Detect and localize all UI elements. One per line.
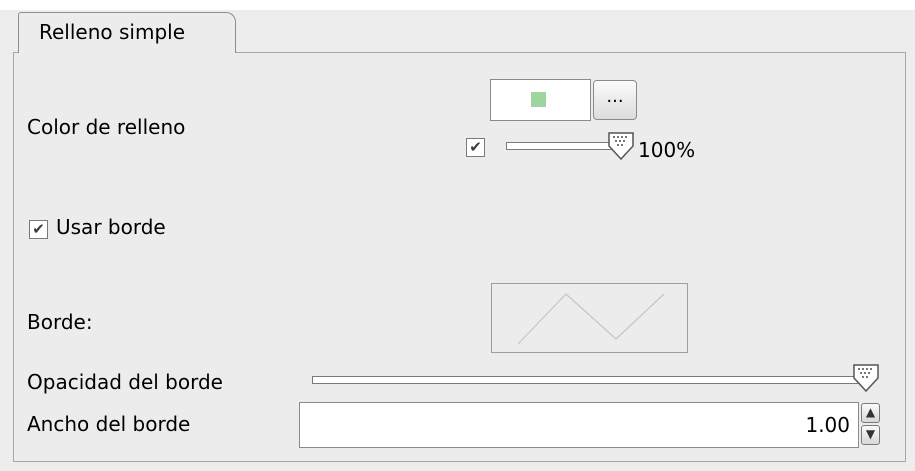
fill-color-label: Color de relleno bbox=[27, 115, 186, 139]
border-width-input[interactable]: 1.00 bbox=[299, 402, 859, 448]
border-style-button[interactable] bbox=[491, 283, 688, 353]
border-opacity-slider[interactable] bbox=[312, 376, 870, 384]
arrow-down-icon: ▼ bbox=[865, 427, 876, 441]
tab-label: Relleno simple bbox=[39, 20, 186, 44]
fill-opacity-slider-handle[interactable] bbox=[608, 132, 634, 160]
color-picker-button[interactable]: ... bbox=[593, 80, 637, 120]
use-border-checkbox[interactable]: ✔ bbox=[29, 220, 48, 239]
border-opacity-slider-handle[interactable] bbox=[853, 364, 879, 392]
check-icon: ✔ bbox=[32, 220, 45, 238]
border-opacity-label: Opacidad del borde bbox=[27, 370, 223, 394]
fill-opacity-value: 100% bbox=[638, 138, 696, 162]
arrow-up-icon: ▲ bbox=[865, 405, 876, 419]
tab-panel bbox=[13, 52, 906, 462]
fill-color-swatch bbox=[531, 92, 546, 107]
border-label: Borde: bbox=[27, 310, 93, 334]
spin-down-button[interactable]: ▼ bbox=[861, 425, 880, 445]
fill-opacity-checkbox[interactable]: ✔ bbox=[466, 138, 485, 157]
top-bar bbox=[0, 0, 915, 10]
line-style-icon bbox=[517, 293, 665, 345]
border-width-label: Ancho del borde bbox=[27, 412, 191, 436]
spin-up-button[interactable]: ▲ bbox=[861, 403, 880, 423]
use-border-label[interactable]: Usar borde bbox=[56, 215, 166, 239]
border-width-value: 1.00 bbox=[805, 413, 850, 437]
check-icon: ✔ bbox=[469, 138, 482, 156]
tab-relleno-simple[interactable]: Relleno simple bbox=[18, 12, 236, 53]
fill-color-preview[interactable] bbox=[490, 79, 591, 121]
